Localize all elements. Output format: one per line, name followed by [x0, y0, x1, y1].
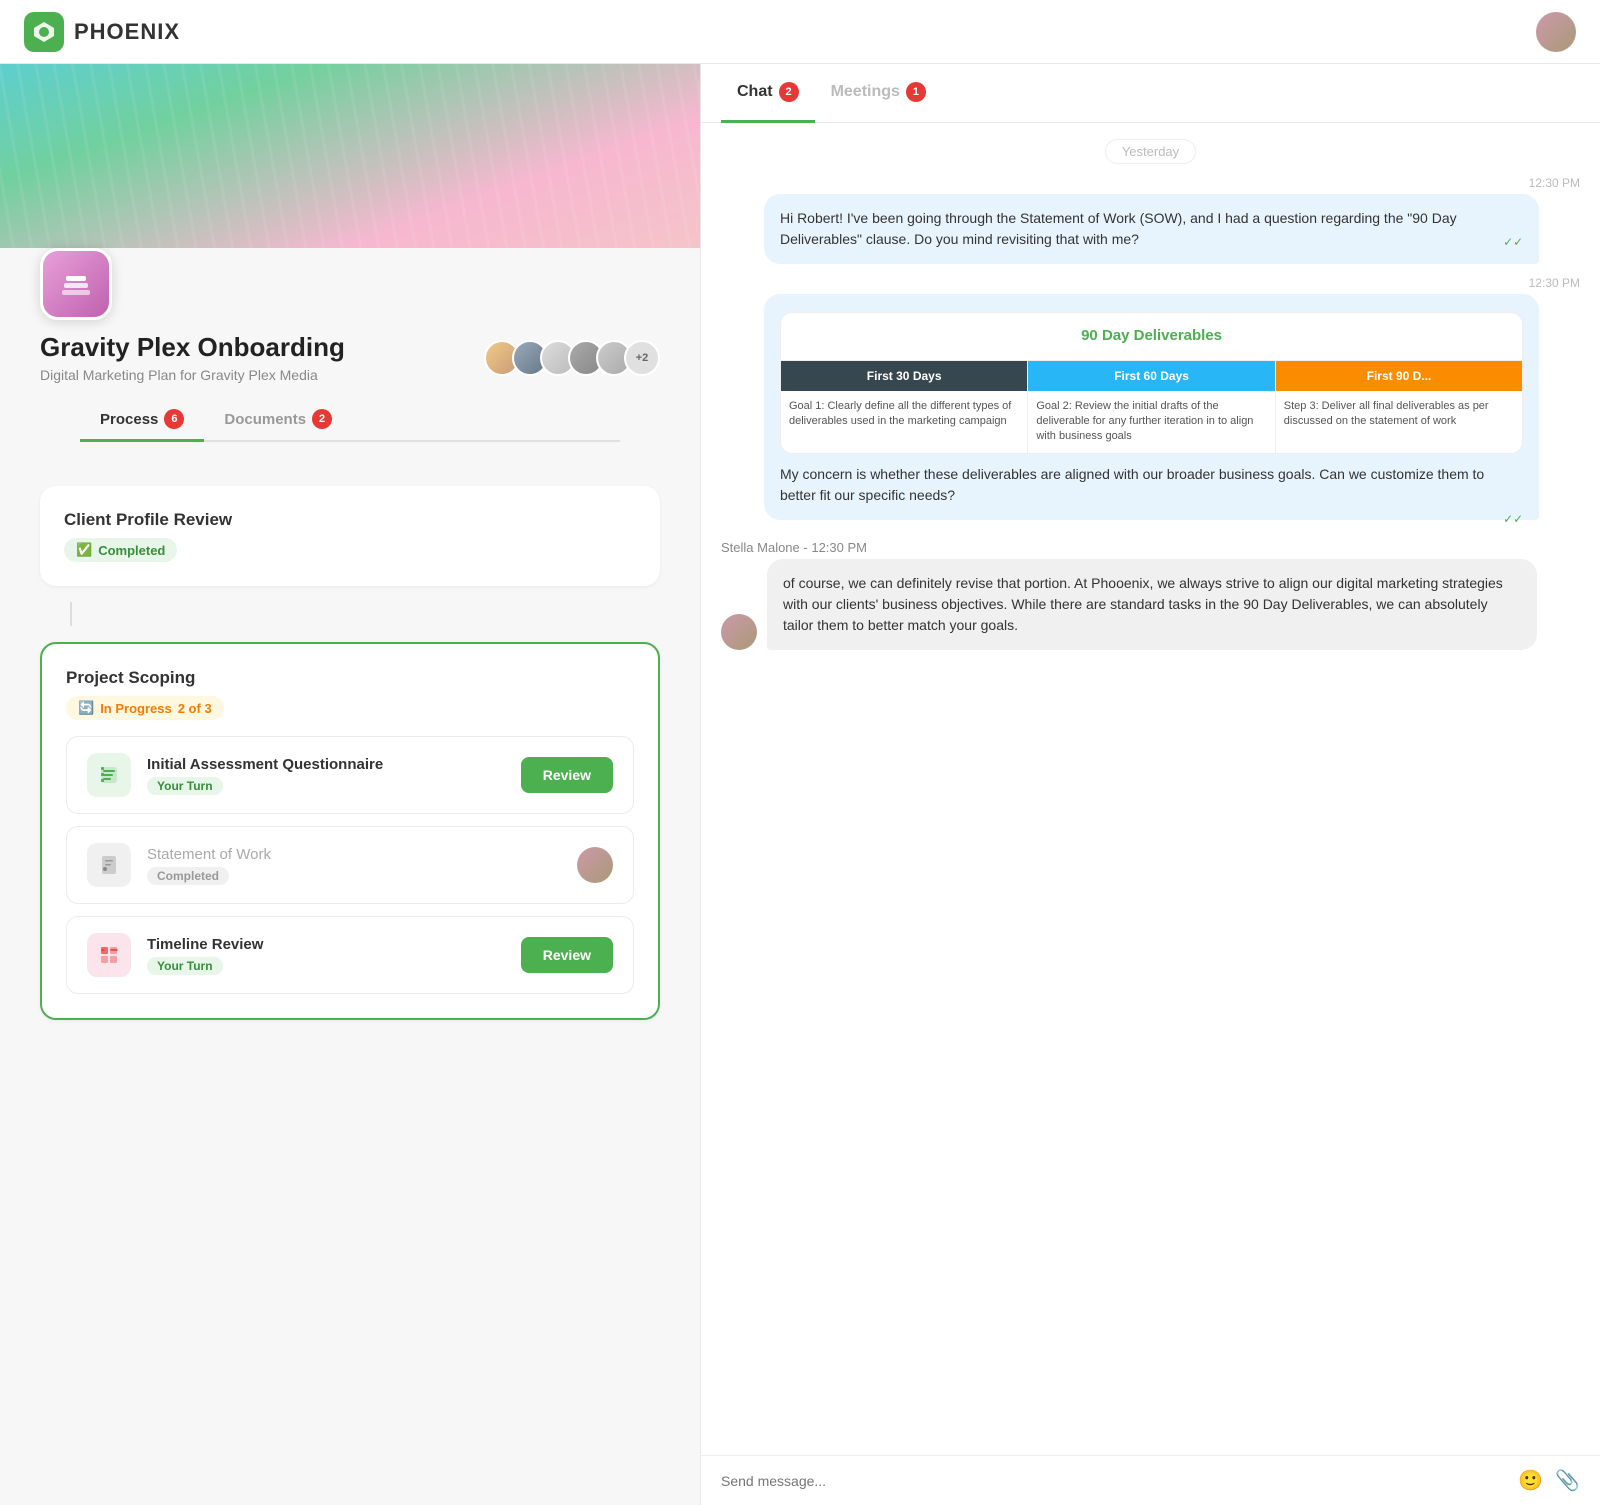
reply-row: of course, we can definitely revise that…: [721, 559, 1537, 650]
process-badge: 6: [164, 409, 184, 429]
project-subtitle: Digital Marketing Plan for Gravity Plex …: [40, 367, 345, 383]
bubble-incoming: of course, we can definitely revise that…: [767, 559, 1537, 650]
review-btn-3[interactable]: Review: [521, 937, 613, 973]
task-list: Initial Assessment Questionnaire Your Tu…: [66, 736, 634, 994]
timestamp-1: 12:30 PM: [764, 176, 1580, 190]
task-row-2: Statement of Work Completed: [66, 826, 634, 904]
task-icon-1: [87, 753, 131, 797]
tab-meetings[interactable]: Meetings 1: [815, 64, 942, 123]
user-avatar[interactable]: [1536, 12, 1576, 52]
section-title-scoping: Project Scoping: [66, 668, 634, 688]
tab-chat[interactable]: Chat 2: [721, 64, 815, 123]
chat-input-area: 🙂 📎: [701, 1455, 1600, 1505]
del-col-1: First 30 Days Goal 1: Clearly define all…: [781, 361, 1028, 453]
col-header-1: First 30 Days: [781, 361, 1027, 391]
logo-icon: [24, 12, 64, 52]
task-row-1: Initial Assessment Questionnaire Your Tu…: [66, 736, 634, 814]
app-name: PHOENIX: [74, 19, 180, 45]
bubble-2: 90 Day Deliverables First 30 Days Goal 1…: [764, 294, 1539, 520]
double-check-2: ✓✓: [1503, 510, 1523, 528]
chat-badge: 2: [779, 82, 799, 102]
message-outgoing-2: 12:30 PM 90 Day Deliverables First 30 Da…: [764, 276, 1580, 528]
deliverables-card: 90 Day Deliverables First 30 Days Goal 1…: [780, 312, 1523, 454]
meetings-badge: 1: [906, 82, 926, 102]
sender-name: Stella Malone - 12:30 PM: [721, 540, 1537, 555]
task-sub-2: Completed: [147, 867, 229, 885]
attach-button[interactable]: 📎: [1555, 1468, 1580, 1493]
section-client-profile: Client Profile Review ✅ Completed: [40, 486, 660, 586]
bubble-1: Hi Robert! I've been going through the S…: [764, 194, 1539, 264]
avatar-group: +2: [484, 340, 660, 376]
review-btn-1[interactable]: Review: [521, 757, 613, 793]
reply-avatar: [721, 614, 757, 650]
status-detail: 2 of 3: [178, 701, 212, 716]
process-tabs: Process 6 Documents 2: [80, 399, 620, 442]
task-icon-2: [87, 843, 131, 887]
col-header-3: First 90 D...: [1276, 361, 1522, 391]
del-col-2: First 60 Days Goal 2: Review the initial…: [1028, 361, 1275, 453]
task-info-2: Statement of Work Completed: [147, 846, 561, 885]
documents-badge: 2: [312, 409, 332, 429]
top-nav: PHOENIX: [0, 0, 1600, 64]
task-avatar-2: [577, 847, 613, 883]
task-name-2: Statement of Work: [147, 846, 561, 863]
chat-tabs: Chat 2 Meetings 1: [701, 64, 1600, 123]
task-info-1: Initial Assessment Questionnaire Your Tu…: [147, 756, 505, 795]
project-title: Gravity Plex Onboarding: [40, 332, 345, 363]
col-body-1: Goal 1: Clearly define all the different…: [781, 391, 1027, 438]
task-sub-3: Your Turn: [147, 957, 223, 975]
task-sub-1: Your Turn: [147, 777, 223, 795]
status-completed: ✅ Completed: [64, 538, 177, 562]
section-title-client: Client Profile Review: [64, 510, 636, 530]
tab-documents[interactable]: Documents 2: [204, 399, 352, 442]
col-body-3: Step 3: Deliver all final deliverables a…: [1276, 391, 1522, 438]
follow-text: My concern is whether these deliverables…: [780, 464, 1523, 506]
content-area: Client Profile Review ✅ Completed Projec…: [0, 462, 700, 1044]
project-icon: [40, 248, 112, 320]
right-panel: Chat 2 Meetings 1 Yesterday 12:30 PM Hi …: [700, 64, 1600, 1505]
status-inprogress: 🔄 In Progress 2 of 3: [66, 696, 224, 720]
col-header-2: First 60 Days: [1028, 361, 1274, 391]
timestamp-2: 12:30 PM: [764, 276, 1580, 290]
col-body-2: Goal 2: Review the initial drafts of the…: [1028, 391, 1274, 453]
message-outgoing-1: 12:30 PM Hi Robert! I've been going thro…: [764, 176, 1580, 264]
task-row-3: Timeline Review Your Turn Review: [66, 916, 634, 994]
task-name-3: Timeline Review: [147, 936, 505, 953]
chat-input[interactable]: [721, 1473, 1506, 1489]
del-col-3: First 90 D... Step 3: Deliver all final …: [1276, 361, 1522, 453]
logo-area: PHOENIX: [24, 12, 180, 52]
date-divider: Yesterday: [1105, 139, 1196, 164]
progress-icon: 🔄: [78, 700, 94, 716]
project-header: Gravity Plex Onboarding Digital Marketin…: [0, 248, 700, 462]
avatar-more: +2: [624, 340, 660, 376]
section-project-scoping: Project Scoping 🔄 In Progress 2 of 3: [40, 642, 660, 1020]
task-name-1: Initial Assessment Questionnaire: [147, 756, 505, 773]
double-check-1: ✓✓: [1503, 233, 1523, 251]
message-incoming-1: Stella Malone - 12:30 PM of course, we c…: [721, 540, 1537, 650]
left-panel: Gravity Plex Onboarding Digital Marketin…: [0, 64, 700, 1505]
section-connector: [70, 602, 72, 626]
task-icon-3: [87, 933, 131, 977]
task-info-3: Timeline Review Your Turn: [147, 936, 505, 975]
chat-messages: Yesterday 12:30 PM Hi Robert! I've been …: [701, 123, 1600, 1455]
emoji-button[interactable]: 🙂: [1518, 1468, 1543, 1493]
check-icon: ✅: [76, 542, 92, 558]
tab-process[interactable]: Process 6: [80, 399, 204, 442]
deliverables-cols: First 30 Days Goal 1: Clearly define all…: [781, 361, 1522, 453]
deliverables-title: 90 Day Deliverables: [781, 313, 1522, 361]
